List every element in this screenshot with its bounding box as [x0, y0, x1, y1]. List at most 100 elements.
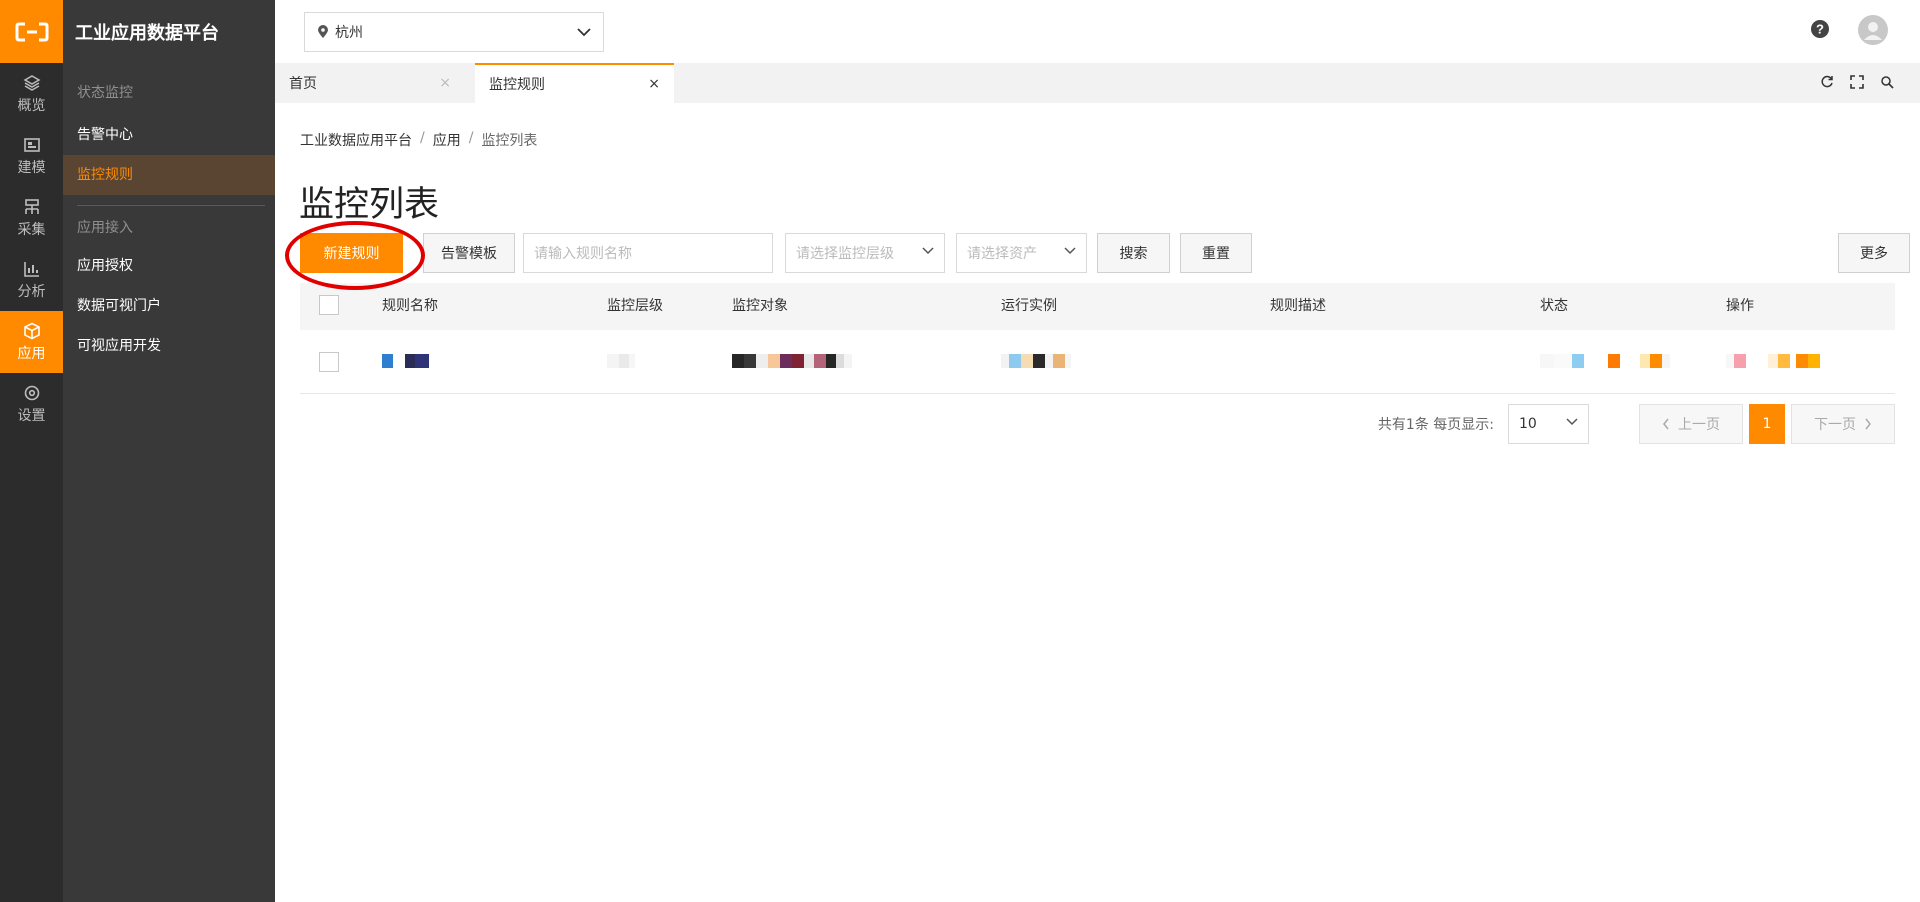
menu-divider [77, 205, 265, 206]
tab-label: 监控规则 [489, 77, 545, 93]
menu-item-data-portal[interactable]: 数据可视门户 [63, 286, 275, 326]
breadcrumb-item-app[interactable]: 应用 [433, 130, 461, 150]
rail-item-collect[interactable]: 采集 [0, 187, 63, 249]
chevron-right-icon [1865, 418, 1871, 430]
rules-table: 规则名称 监控层级 监控对象 运行实例 规则描述 状态 操作 [300, 283, 1895, 394]
asset-placeholder: 请选择资产 [967, 246, 1037, 262]
rail-item-analysis[interactable]: 分析 [0, 249, 63, 311]
tab-monitor-rules[interactable]: 监控规则 × [475, 63, 674, 103]
next-page-label: 下一页 [1814, 417, 1856, 433]
rail-label: 概览 [17, 97, 46, 114]
cube-icon [23, 322, 40, 339]
tab-label: 首页 [289, 76, 317, 92]
chevron-left-icon [1663, 418, 1669, 430]
main-content: 工业数据应用平台 / 应用 / 监控列表 监控列表 新建规则 告警模板 请输入规… [275, 103, 1920, 902]
redacted-status [1540, 354, 1670, 368]
chart-icon [23, 261, 39, 277]
breadcrumb: 工业数据应用平台 / 应用 / 监控列表 [300, 130, 537, 150]
redacted-monitor-level [607, 354, 635, 368]
alert-template-button[interactable]: 告警模板 [423, 233, 515, 273]
menu-item-monitor-rules[interactable]: 监控规则 [63, 155, 275, 195]
filter-toolbar: 新建规则 告警模板 请输入规则名称 请选择监控层级 请选择资产 搜索 重置 更多 [300, 233, 1910, 275]
col-actions: 操作 [1726, 298, 1754, 314]
chevron-down-icon [1064, 247, 1076, 255]
refresh-icon[interactable] [1820, 75, 1834, 89]
table-header: 规则名称 监控层级 监控对象 运行实例 规则描述 状态 操作 [300, 283, 1895, 330]
row-checkbox[interactable] [319, 352, 339, 372]
menu-item-alert-center[interactable]: 告警中心 [63, 115, 275, 155]
tab-close-icon[interactable]: × [439, 75, 451, 91]
redacted-rule-name [382, 354, 429, 368]
fullscreen-icon[interactable] [1850, 75, 1864, 89]
chevron-down-icon [1566, 418, 1578, 426]
user-avatar-icon [1858, 15, 1888, 45]
rail-item-overview[interactable]: 概览 [0, 63, 63, 125]
more-button[interactable]: 更多 [1838, 233, 1910, 273]
tab-home[interactable]: 首页 × [275, 63, 465, 103]
col-status: 状态 [1540, 298, 1568, 314]
layers-icon [22, 74, 41, 91]
page-number-current[interactable]: 1 [1749, 404, 1785, 444]
new-rule-button[interactable]: 新建规则 [300, 233, 403, 273]
rail-label: 设置 [17, 407, 46, 424]
brand-logo-icon [15, 22, 48, 41]
prev-page-label: 上一页 [1678, 417, 1720, 433]
breadcrumb-separator: / [468, 130, 474, 146]
col-monitor-target: 监控对象 [732, 298, 788, 314]
rail-label: 应用 [17, 345, 46, 362]
gear-icon [24, 385, 39, 400]
asset-select[interactable]: 请选择资产 [956, 233, 1087, 273]
logo[interactable] [0, 0, 63, 63]
city-select[interactable]: 杭州 [304, 12, 604, 52]
pagination: 共有1条 每页显示: 10 上一页 1 下一页 [1378, 404, 1895, 444]
tab-tools [1820, 75, 1894, 89]
avatar[interactable] [1858, 15, 1888, 49]
monitor-level-placeholder: 请选择监控层级 [796, 246, 894, 262]
svg-text:?: ? [1816, 22, 1824, 37]
search-icon[interactable] [1880, 75, 1894, 89]
breadcrumb-separator: / [420, 130, 425, 146]
menu-item-app-auth[interactable]: 应用授权 [63, 246, 275, 286]
col-run-instance: 运行实例 [1001, 298, 1057, 314]
reset-button[interactable]: 重置 [1180, 233, 1252, 273]
menu-group-status-monitor: 状态监控 [77, 85, 133, 101]
table-row[interactable] [300, 330, 1895, 394]
monitor-level-select[interactable]: 请选择监控层级 [785, 233, 945, 273]
col-monitor-level: 监控层级 [607, 298, 663, 314]
rail-item-settings[interactable]: 设置 [0, 373, 63, 435]
chevron-down-icon [922, 247, 934, 255]
rail-label: 建模 [17, 159, 46, 176]
submenu-panel: 工业应用数据平台 状态监控 告警中心 监控规则 应用接入 应用授权 数据可视门户… [63, 0, 275, 902]
rule-name-input[interactable]: 请输入规则名称 [523, 233, 773, 273]
redacted-monitor-target [732, 354, 852, 368]
page-size-value: 10 [1519, 416, 1537, 432]
rail-item-modeling[interactable]: 建模 [0, 125, 63, 187]
tabs-bar: 首页 × 监控规则 × [275, 63, 1920, 103]
search-button[interactable]: 搜索 [1097, 233, 1170, 273]
col-rule-name: 规则名称 [382, 298, 438, 314]
rule-name-placeholder: 请输入规则名称 [534, 246, 632, 262]
tab-close-icon[interactable]: × [648, 76, 660, 92]
menu-group-app-access: 应用接入 [77, 220, 133, 236]
chevron-down-icon [577, 27, 591, 36]
page-title: 监控列表 [299, 185, 440, 225]
next-page-button[interactable]: 下一页 [1791, 404, 1895, 444]
redacted-actions [1726, 354, 1820, 368]
model-icon [23, 137, 40, 152]
page-size-select[interactable]: 10 [1508, 404, 1589, 444]
rail-item-application[interactable]: 应用 [0, 311, 63, 373]
icon-rail: 概览 建模 采集 分析 应用 设置 [0, 0, 63, 902]
col-rule-description: 规则描述 [1270, 298, 1326, 314]
rail-label: 采集 [17, 221, 46, 238]
pagination-summary: 共有1条 每页显示: [1377, 417, 1494, 433]
breadcrumb-item-platform[interactable]: 工业数据应用平台 [300, 130, 412, 150]
select-all-checkbox[interactable] [319, 295, 339, 315]
top-header: 杭州 ? [275, 0, 1920, 63]
rail-label: 分析 [17, 283, 46, 300]
redacted-run-instance [1001, 354, 1071, 368]
city-value: 杭州 [335, 25, 363, 41]
app-brand: 工业应用数据平台 [75, 22, 219, 44]
prev-page-button[interactable]: 上一页 [1639, 404, 1743, 444]
help-icon[interactable]: ? [1810, 19, 1830, 43]
menu-item-visual-dev[interactable]: 可视应用开发 [63, 326, 275, 366]
